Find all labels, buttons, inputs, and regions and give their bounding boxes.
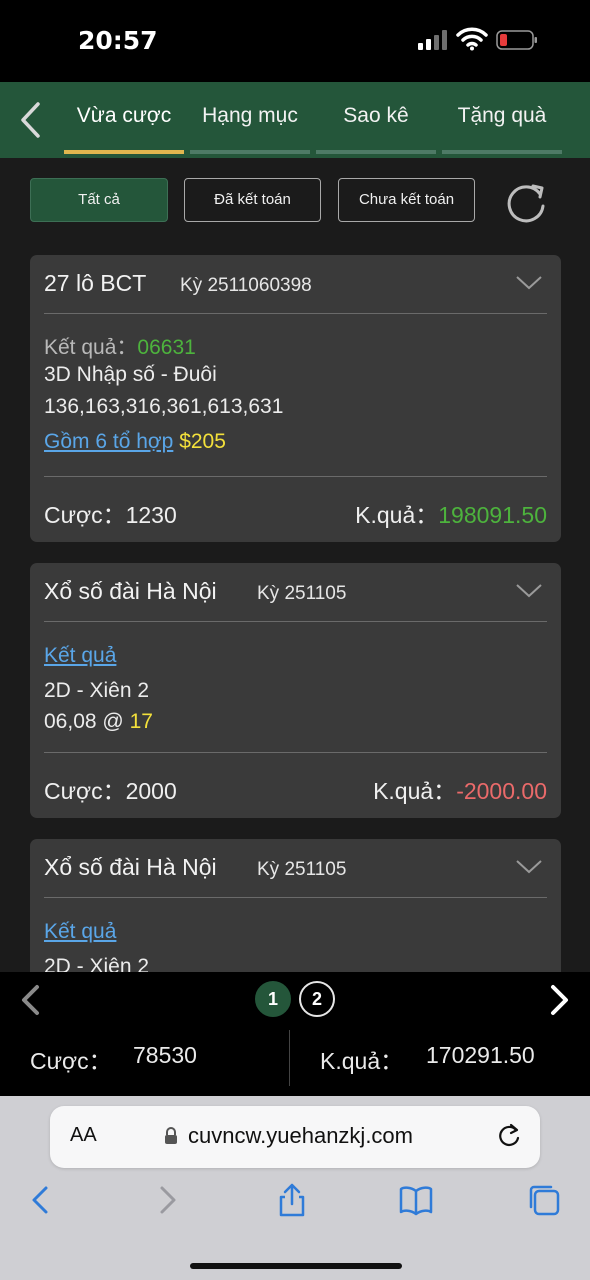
prev-page-icon[interactable] — [18, 984, 42, 1016]
result-link[interactable]: Kết quả — [44, 644, 116, 667]
total-outcome-value: 170291.50 — [426, 1042, 535, 1068]
tabs-icon[interactable] — [526, 1182, 562, 1218]
game-name: Xổ số đài Hà Nội — [44, 854, 217, 880]
bet-numbers-line: 06,08 @ 17 — [44, 710, 153, 734]
bet-card-header[interactable]: Xổ số đài Hà Nội Kỳ 251105 — [30, 563, 561, 621]
totals-divider — [289, 1030, 290, 1086]
period-number: Kỳ 2511060398 — [180, 275, 312, 296]
lock-icon — [165, 1127, 177, 1144]
result-line: Kết quả — [44, 644, 116, 668]
combo-amount: $205 — [179, 430, 226, 453]
bookmarks-icon[interactable] — [398, 1182, 434, 1218]
outcome-line: K.quả：-2000.00 — [373, 772, 547, 806]
total-bet-label: Cược： — [30, 1048, 112, 1074]
outcome-value: 198091.50 — [438, 502, 547, 528]
tab-label: Vừa cược — [76, 104, 172, 127]
period-number: Kỳ 251105 — [257, 859, 347, 880]
address-bar[interactable]: AA cuvncw.yuehanzkj.com — [50, 1106, 540, 1168]
browser-back-icon[interactable] — [22, 1182, 58, 1218]
bet-amount: 1230 — [125, 502, 177, 528]
share-icon[interactable] — [274, 1182, 310, 1218]
total-bet-value: 78530 — [133, 1042, 197, 1068]
play-type: 2D - Xiên 2 — [44, 679, 150, 702]
bet-amount-line: Cược：1230 — [44, 496, 177, 530]
bet-label: Cược： — [44, 502, 126, 528]
tab-indicator — [442, 150, 562, 154]
tab-label: Sao kê — [343, 104, 409, 127]
status-bar: 20:57 — [0, 0, 590, 82]
refresh-icon[interactable] — [504, 180, 548, 226]
period-number: Kỳ 251105 — [257, 583, 347, 604]
bet-amount: 2000 — [125, 778, 177, 804]
browser-toolbar: AA cuvncw.yuehanzkj.com — [0, 1096, 590, 1280]
tab-gifts[interactable]: Tặng quà — [442, 82, 562, 158]
page-button-2[interactable]: 2 — [299, 981, 335, 1017]
tab-categories[interactable]: Hạng mục — [190, 82, 310, 158]
combo-line: Gồm 6 tổ hợp $205 — [44, 430, 226, 454]
divider — [44, 313, 547, 314]
divider — [44, 752, 547, 753]
play-type: 2D - Xiên 2 — [44, 955, 150, 972]
status-time: 20:57 — [78, 26, 158, 55]
pagination: 1 2 — [0, 972, 590, 1026]
tab-label: Hạng mục — [202, 104, 298, 127]
bet-card-header[interactable]: 27 lô BCT Kỳ 2511060398 — [30, 255, 561, 313]
result-line: Kết quả — [44, 920, 116, 944]
reader-settings-button[interactable]: AA — [70, 1124, 97, 1147]
home-indicator — [190, 1263, 402, 1269]
tab-recent-bets[interactable]: Vừa cược — [64, 82, 184, 158]
outcome-value: -2000.00 — [456, 778, 547, 804]
bet-card[interactable]: Xổ số đài Hà Nội Kỳ 251105 Kết quả 2D - … — [30, 563, 561, 818]
wifi-icon — [456, 27, 488, 51]
browser-forward-icon[interactable] — [150, 1182, 186, 1218]
outcome-line: K.quả：198091.50 — [355, 496, 547, 530]
divider — [44, 621, 547, 622]
cellular-signal-icon — [418, 30, 448, 50]
bet-list[interactable]: 27 lô BCT Kỳ 2511060398 Kết quả：06631 3D… — [0, 240, 590, 972]
result-link[interactable]: Kết quả — [44, 920, 116, 943]
divider — [44, 476, 547, 477]
tab-indicator — [316, 150, 436, 154]
url-text: cuvncw.yuehanzkj.com — [188, 1123, 413, 1148]
filter-all-button[interactable]: Tất cả — [30, 178, 168, 222]
result-line: Kết quả：06631 — [44, 331, 196, 361]
game-name: Xổ số đài Hà Nội — [44, 578, 217, 604]
back-chevron-icon[interactable] — [14, 100, 48, 140]
page-button-1[interactable]: 1 — [255, 981, 291, 1017]
divider — [44, 897, 547, 898]
filter-settled-button[interactable]: Đã kết toán — [184, 178, 321, 222]
battery-low-icon — [496, 30, 537, 50]
bet-card[interactable]: Xổ số đài Hà Nội Kỳ 251105 Kết quả 2D - … — [30, 839, 561, 972]
bet-label: Cược： — [44, 778, 126, 804]
expand-chevron-icon[interactable] — [515, 859, 543, 875]
totals-bar: Cược： 78530 K.quả： 170291.50 — [0, 1026, 590, 1096]
expand-chevron-icon[interactable] — [515, 275, 543, 291]
tab-indicator — [190, 150, 310, 154]
top-nav: Vừa cược Hạng mục Sao kê Tặng quà — [0, 82, 590, 158]
outcome-label: K.quả： — [355, 502, 439, 528]
tab-label: Tặng quà — [457, 104, 547, 127]
game-name: 27 lô BCT — [44, 270, 147, 296]
bet-numbers: 136,163,316,361,613,631 — [44, 395, 284, 418]
odds-value: 17 — [129, 710, 153, 733]
bet-numbers: 06,08 @ — [44, 710, 124, 733]
combo-link[interactable]: Gồm 6 tổ hợp — [44, 430, 173, 453]
expand-chevron-icon[interactable] — [515, 583, 543, 599]
result-label: Kết quả： — [44, 336, 138, 359]
outcome-label: K.quả： — [373, 778, 457, 804]
reload-icon[interactable] — [496, 1122, 522, 1150]
bet-amount-line: Cược：2000 — [44, 772, 177, 806]
result-value: 06631 — [137, 336, 196, 359]
tab-active-indicator — [64, 150, 184, 154]
filter-unsettled-button[interactable]: Chưa kết toán — [338, 178, 475, 222]
bet-card[interactable]: 27 lô BCT Kỳ 2511060398 Kết quả：06631 3D… — [30, 255, 561, 542]
play-type: 3D Nhập số - Đuôi — [44, 363, 217, 386]
total-outcome-label: K.quả： — [320, 1048, 404, 1074]
next-page-icon[interactable] — [548, 984, 572, 1016]
bet-card-header[interactable]: Xổ số đài Hà Nội Kỳ 251105 — [30, 839, 561, 897]
tab-statement[interactable]: Sao kê — [316, 82, 436, 158]
